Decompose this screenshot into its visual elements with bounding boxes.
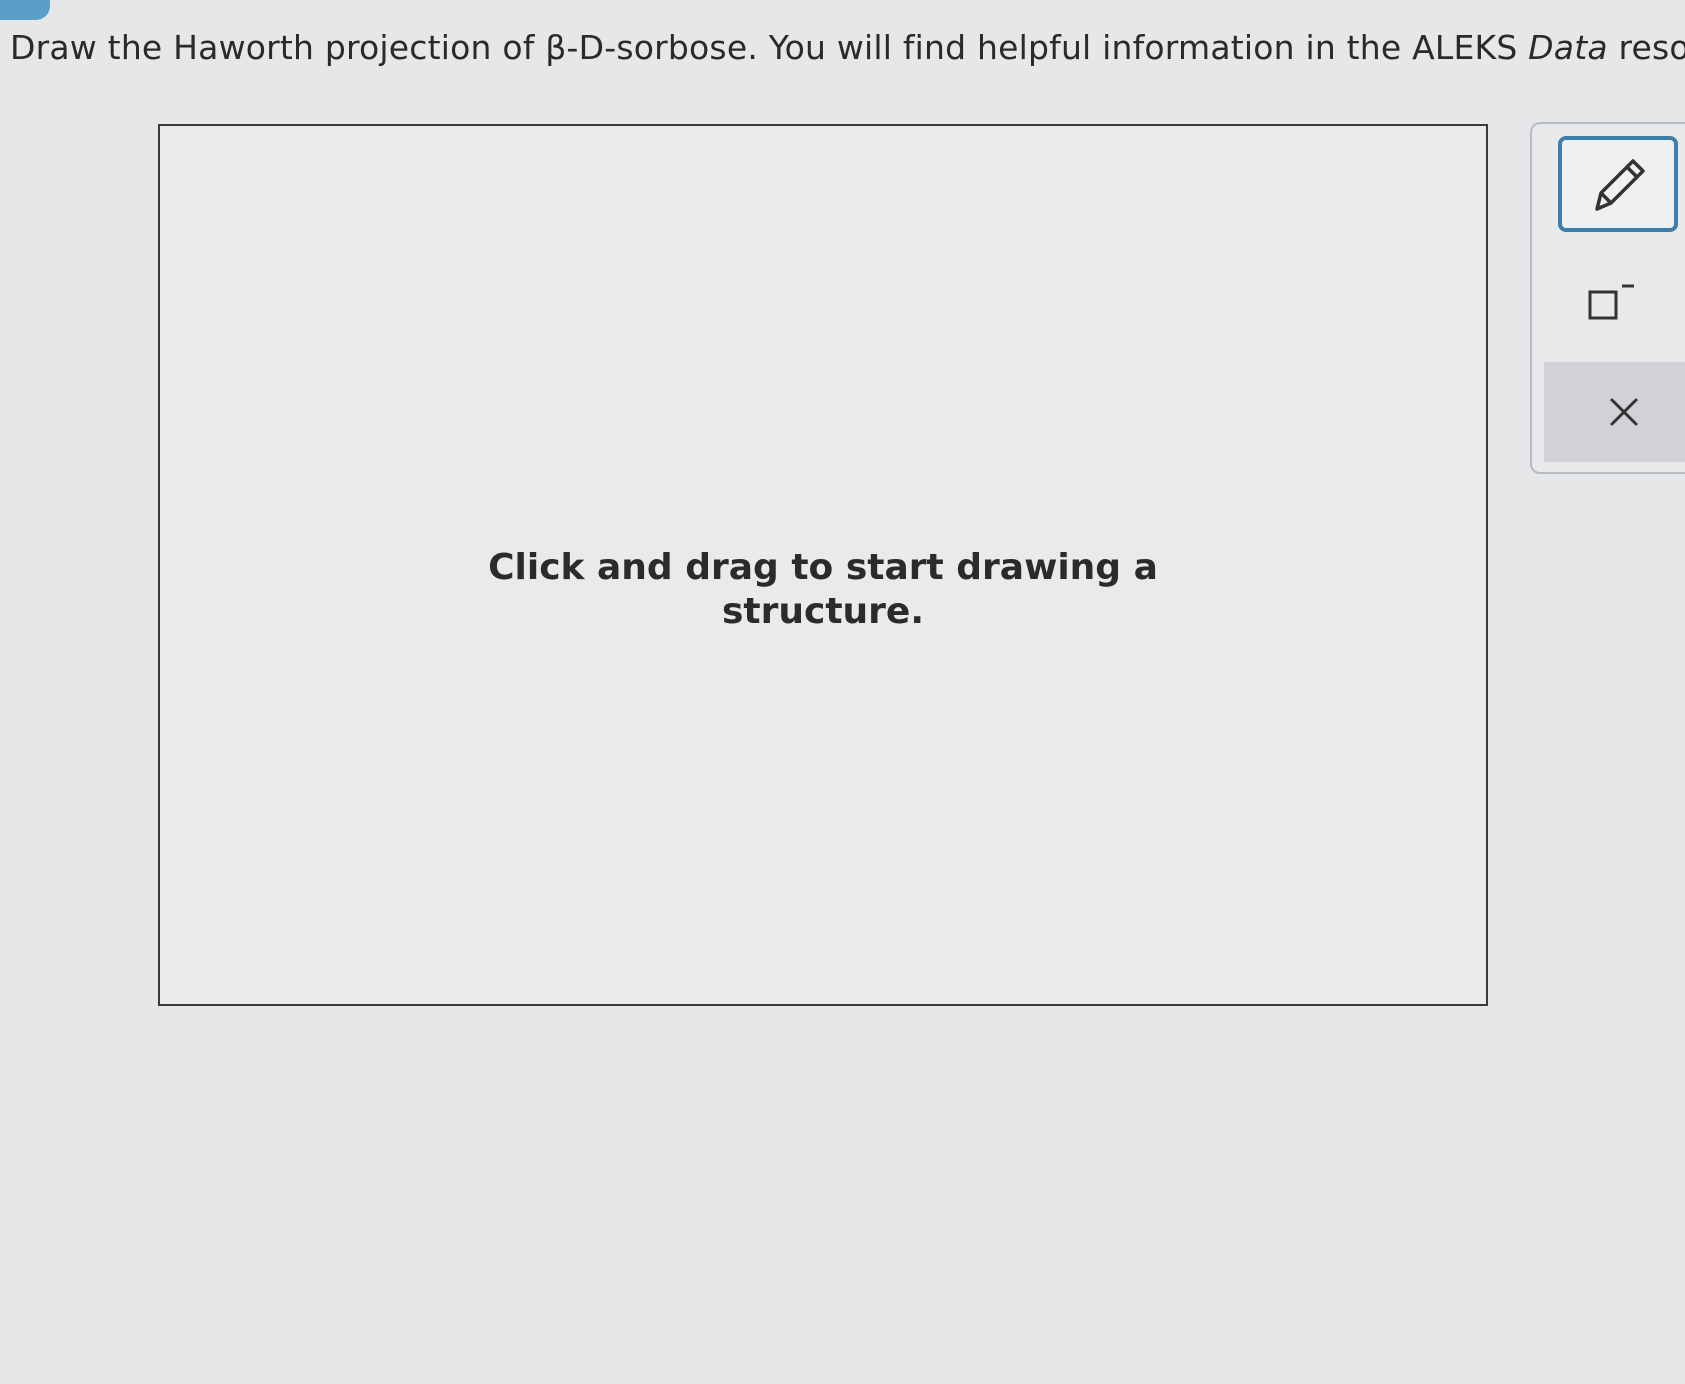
close-icon [1610,398,1638,426]
pencil-icon [1595,159,1645,211]
question-suffix: resource [1618,28,1685,67]
question-prefix: Draw the Haworth projection of β-D-sorbo… [10,28,1529,67]
question-text: Draw the Haworth projection of β-D-sorbo… [10,28,1685,67]
drawing-canvas[interactable]: Click and drag to start drawing a struct… [158,124,1488,1006]
clear-button[interactable] [1544,362,1685,462]
placeholder-line-2: structure. [721,591,925,632]
placeholder-line-1: Click and drag to start drawing a [488,547,1158,588]
charge-box-icon [1588,284,1634,320]
data-resource-link[interactable]: Data [1528,28,1608,67]
drawing-toolbar [1530,122,1685,474]
corner-tab [0,0,50,20]
pencil-tool-button[interactable] [1558,136,1678,232]
charge-tool-button[interactable] [1582,274,1642,334]
canvas-placeholder: Click and drag to start drawing a struct… [160,546,1486,634]
